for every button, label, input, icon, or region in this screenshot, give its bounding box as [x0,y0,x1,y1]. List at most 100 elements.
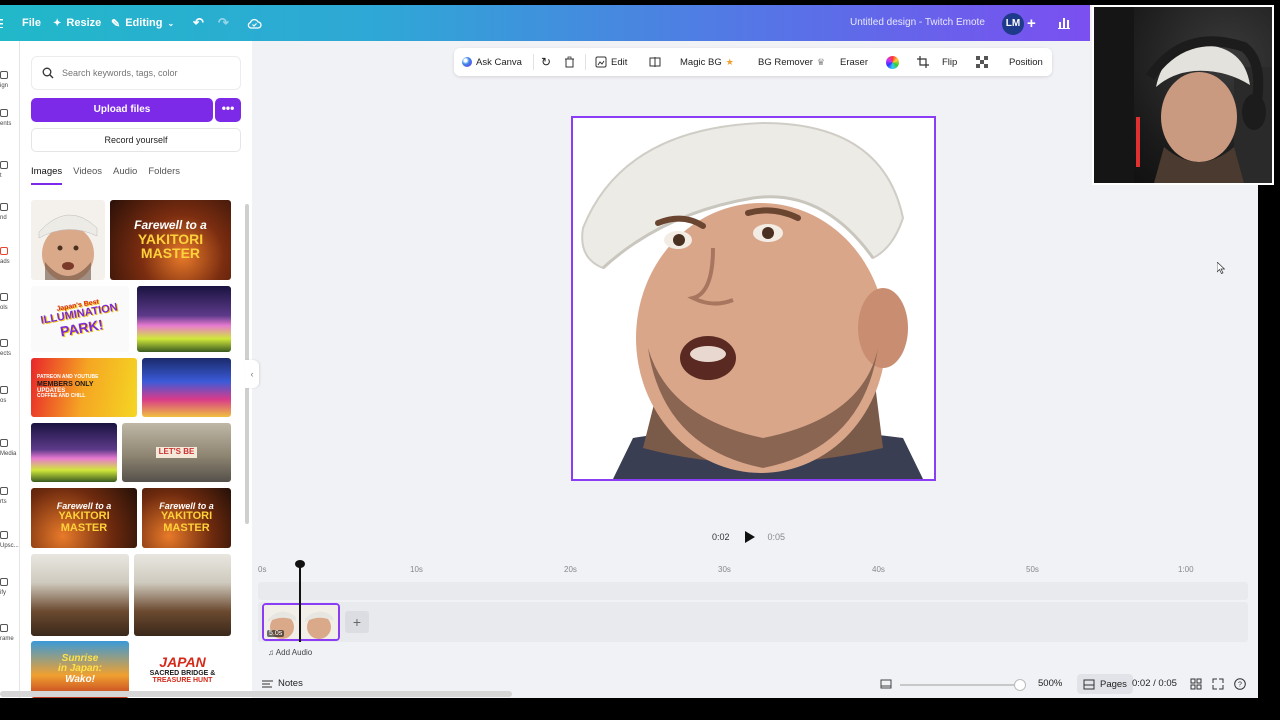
color-adjust-button[interactable] [886,48,899,76]
upload-thumbnail-restaurant[interactable] [31,554,129,636]
upload-thumbnail-castle-2[interactable] [31,423,117,482]
undo-icon: ↶ [193,15,204,30]
zoom-level[interactable]: 500% [1038,678,1062,689]
upload-thumbnail-illumination[interactable]: Japan's Best ILLUMINATION PARK! [31,286,129,352]
rail-item-uploads[interactable]: ads [0,247,20,265]
design-canvas[interactable] [571,116,936,481]
undo-button[interactable]: ↶ [193,5,204,41]
playhead-handle[interactable] [295,560,305,568]
add-audio-button[interactable]: ♫ Add Audio [268,648,312,657]
layout-icon [0,71,8,79]
split-button[interactable] [649,48,661,76]
total-duration: 0:05 [767,532,786,542]
position-button[interactable]: Position [1009,48,1043,76]
rail-item-elements[interactable]: ents [0,109,20,127]
collapse-panel-button[interactable]: ‹ [245,360,259,388]
chevron-down-icon: ⌄ [167,18,175,28]
upload-thumbnail-japan[interactable]: JAPAN SACRED BRIDGE & TREASURE HUNT [134,641,231,698]
play-icon[interactable] [740,528,758,546]
design-title[interactable]: Untitled design - Twitch Emote [850,5,985,41]
thumb-text: MASTER [140,245,201,262]
insights-button[interactable] [1052,13,1076,33]
resize-button[interactable]: ✦ Resize [53,5,101,41]
add-page-button[interactable]: + [345,611,369,633]
rail-item-projects[interactable]: ects [0,339,20,357]
magnify-icon [0,578,8,586]
crop-button[interactable] [917,48,929,76]
upload-thumbnail-yakitori-3[interactable]: Farewell to a YAKITORI MASTER [142,488,231,548]
flip-button[interactable]: Flip [942,48,957,76]
tick-label: 10s [410,565,423,574]
rail-item-charts[interactable]: rts [0,487,20,505]
text-icon [0,161,8,169]
help-icon[interactable]: ? [1234,678,1246,690]
zoom-slider[interactable] [900,684,1022,686]
pages-icon [1083,679,1095,689]
rail-item-upscale[interactable]: Upsc... [0,531,20,549]
tab-videos[interactable]: Videos [73,166,102,185]
tab-images[interactable]: Images [31,166,63,185]
flip-label: Flip [942,56,958,68]
magic-bg-button[interactable]: Magic BG ★ [680,48,734,76]
avatar[interactable]: LM [1002,13,1024,35]
frame-icon [0,624,8,632]
upload-icon [0,247,8,255]
upload-thumbnail-sunrise[interactable]: Sunrise in Japan: Wako! [31,641,129,698]
rail-item-design[interactable]: ign [0,71,20,89]
grid-view-icon[interactable] [1190,678,1202,690]
emote-image[interactable] [573,118,934,479]
music-note-icon: ♫ [268,648,274,657]
eraser-button[interactable]: Eraser [840,48,868,76]
search-input[interactable] [62,68,222,78]
add-collaborator-button[interactable]: + [1027,13,1041,35]
tab-audio[interactable]: Audio [113,166,137,185]
editing-mode-dropdown[interactable]: ✎ Editing ⌄ [111,5,174,41]
rail-label: ols [0,305,8,311]
premium-crown-icon: ♛ [816,56,825,67]
menu-icon[interactable] [0,5,4,41]
rail-item-frame[interactable]: rame [0,624,20,642]
edit-button[interactable]: Edit [595,48,627,76]
rail-item-text[interactable]: t [0,161,20,179]
timeline-track [258,602,1248,642]
transparency-button[interactable] [976,48,988,76]
zoom-slider-handle[interactable] [1014,679,1026,691]
ask-canva-button[interactable]: Ask Canva [462,48,522,76]
thumb-text: PATREON AND YOUTUBE [37,374,99,381]
file-menu[interactable]: File [22,5,41,41]
timeline-upper-track [258,582,1248,600]
pages-button[interactable]: Pages [1077,674,1133,694]
notes-button[interactable]: Notes [262,678,303,689]
eraser-label: Eraser [840,56,868,68]
upload-thumbnail-yakitori[interactable]: Farewell to a YAKITORI MASTER [110,200,231,280]
rail-item-media[interactable]: Media [0,439,20,457]
upload-thumbnail-restaurant-2[interactable] [134,554,231,636]
tab-folders[interactable]: Folders [148,166,180,185]
redo-button[interactable]: ↷ [218,5,229,41]
delete-button[interactable] [564,48,575,76]
cloud-save-button[interactable] [247,5,262,41]
upload-thumbnail-city[interactable] [142,358,231,417]
upload-files-button[interactable]: Upload files [31,98,213,122]
fullscreen-icon[interactable] [1212,678,1224,690]
horizontal-scrollbar[interactable] [0,691,512,697]
rail-item-tools[interactable]: ols [0,293,20,311]
upload-thumbnail-members[interactable]: PATREON AND YOUTUBE MEMBERS ONLY UPDATES CO… [31,358,137,417]
bg-remover-button[interactable]: BG Remover ♛ [758,48,825,76]
ask-canva-label: Ask Canva [476,56,522,68]
timeline-clip[interactable]: 5.0s [262,603,340,641]
search-box[interactable] [31,56,241,90]
rail-item-photos[interactable]: os [0,386,20,404]
upload-thumbnail-castle[interactable] [137,286,231,352]
page-view-icon[interactable] [880,678,892,690]
upload-more-button[interactable]: ••• [215,98,241,122]
replace-button[interactable]: ↻ [541,48,551,76]
record-yourself-button[interactable]: Record yourself [31,128,241,152]
upload-thumbnail-face[interactable] [31,200,105,280]
thumb-text: SACRED BRIDGE & [149,669,216,677]
rail-item-brand[interactable]: nd [0,203,20,221]
upload-thumbnail-desk[interactable]: LET'S BE [122,423,231,482]
rail-item-magnify[interactable]: ify [0,578,20,596]
upload-thumbnail-yakitori-2[interactable]: Farewell to a YAKITORI MASTER [31,488,137,548]
playhead[interactable] [299,562,301,642]
